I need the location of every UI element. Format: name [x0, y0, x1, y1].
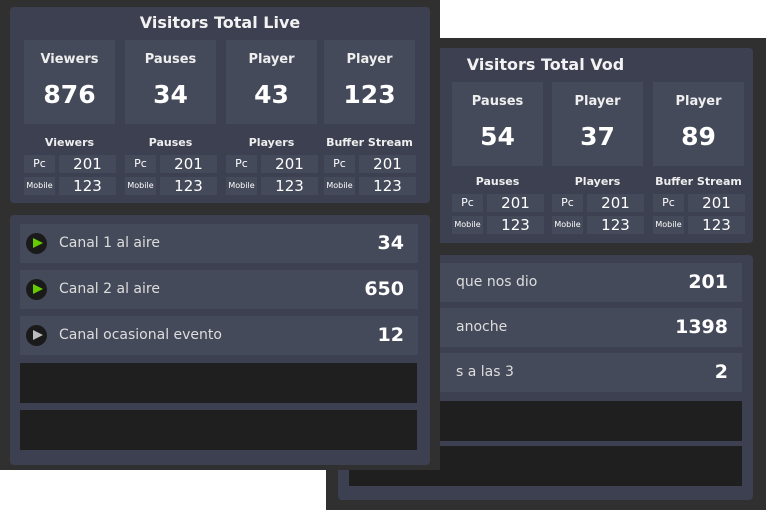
vod-item-name: s a las 3 — [456, 364, 514, 380]
channel-row[interactable]: Canal 1 al aire 34 — [20, 224, 418, 263]
mobile-value: 123 — [359, 177, 416, 195]
pc-label: Pc — [324, 155, 355, 173]
pc-value: 201 — [160, 155, 217, 173]
pc-label: Pc — [653, 194, 684, 212]
vod-item-value: 2 — [714, 361, 728, 383]
mobile-label: Mobile — [552, 216, 583, 234]
channel-row[interactable]: Canal 2 al aire 650 — [20, 270, 418, 309]
mobile-value: 123 — [688, 216, 745, 234]
empty-row — [20, 363, 417, 403]
play-icon[interactable] — [26, 279, 47, 300]
stat-value: 43 — [254, 80, 289, 109]
mobile-label: Mobile — [452, 216, 483, 234]
pc-value: 201 — [587, 194, 644, 212]
pc-label: Pc — [24, 155, 55, 173]
mobile-value: 123 — [487, 216, 544, 234]
pc-value: 201 — [487, 194, 544, 212]
live-title: Visitors Total Live — [139, 13, 301, 32]
breakdown-group: Buffer Stream Pc 201 Mobile 123 — [324, 134, 416, 196]
stat-label: Viewers — [40, 52, 99, 67]
breakdown-group: Players Pc 201 Mobile 123 — [226, 134, 318, 196]
pc-label: Pc — [226, 155, 257, 173]
mobile-value: 123 — [587, 216, 644, 234]
stat-value: 876 — [43, 80, 96, 109]
stat-tile: Player 123 — [324, 40, 415, 124]
pc-value: 201 — [359, 155, 416, 173]
stat-label: Player — [346, 52, 393, 67]
vod-item-name: que nos dio — [456, 274, 538, 290]
live-window: Visitors Total Live Viewers 876 Pauses 3… — [0, 0, 440, 470]
stat-tile: Pauses 54 — [452, 82, 543, 166]
stat-label: Player — [574, 94, 621, 109]
stat-label: Pauses — [471, 94, 524, 109]
mobile-value: 123 — [160, 177, 217, 195]
breakdown-group: Players Pc 201 Mobile 123 — [552, 173, 644, 235]
stat-value: 123 — [343, 80, 396, 109]
stat-value: 89 — [681, 122, 716, 151]
breakdown-label: Buffer Stream — [655, 175, 742, 188]
empty-row — [20, 410, 417, 450]
channel-value: 650 — [364, 278, 404, 300]
stat-tile: Player 37 — [552, 82, 643, 166]
vod-item-value: 1398 — [675, 316, 728, 338]
stat-tile: Player 43 — [226, 40, 317, 124]
pc-value: 201 — [59, 155, 116, 173]
pc-label: Pc — [125, 155, 156, 173]
pc-value: 201 — [261, 155, 318, 173]
breakdown-label: Buffer Stream — [326, 136, 413, 149]
channel-name: Canal 1 al aire — [59, 235, 160, 251]
mobile-label: Mobile — [653, 216, 684, 234]
channel-value: 34 — [377, 232, 404, 254]
channel-row[interactable]: Canal ocasional evento 12 — [20, 316, 418, 355]
pc-label: Pc — [552, 194, 583, 212]
breakdown-label: Pauses — [148, 136, 193, 149]
stat-label: Pauses — [144, 52, 197, 67]
breakdown-label: Players — [574, 175, 621, 188]
live-summary-panel: Visitors Total Live Viewers 876 Pauses 3… — [10, 7, 430, 203]
mobile-value: 123 — [59, 177, 116, 195]
stat-label: Player — [248, 52, 295, 67]
mobile-label: Mobile — [125, 177, 156, 195]
breakdown-label: Players — [248, 136, 295, 149]
vod-item-value: 201 — [688, 271, 728, 293]
live-list-panel: Canal 1 al aire 34 Canal 2 al aire 650 C… — [10, 215, 430, 465]
play-icon[interactable] — [26, 325, 47, 346]
mobile-value: 123 — [261, 177, 318, 195]
stat-value: 54 — [480, 122, 515, 151]
channel-value: 12 — [377, 324, 404, 346]
breakdown-group: Pauses Pc 201 Mobile 123 — [125, 134, 217, 196]
channel-name: Canal ocasional evento — [59, 327, 222, 343]
breakdown-group: Viewers Pc 201 Mobile 123 — [24, 134, 116, 196]
mobile-label: Mobile — [324, 177, 355, 195]
breakdown-label: Pauses — [475, 175, 520, 188]
vod-item-name: anoche — [456, 319, 508, 335]
play-icon[interactable] — [26, 233, 47, 254]
stat-label: Player — [675, 94, 722, 109]
mobile-label: Mobile — [24, 177, 55, 195]
pc-value: 201 — [688, 194, 745, 212]
stat-tile: Pauses 34 — [125, 40, 216, 124]
breakdown-group: Buffer Stream Pc 201 Mobile 123 — [653, 173, 745, 235]
stat-value: 34 — [153, 80, 188, 109]
stat-tile: Viewers 876 — [24, 40, 115, 124]
pc-label: Pc — [452, 194, 483, 212]
stat-value: 37 — [580, 122, 615, 151]
channel-name: Canal 2 al aire — [59, 281, 160, 297]
mobile-label: Mobile — [226, 177, 257, 195]
breakdown-label: Viewers — [44, 136, 95, 149]
stat-tile: Player 89 — [653, 82, 744, 166]
breakdown-group: Pauses Pc 201 Mobile 123 — [452, 173, 544, 235]
